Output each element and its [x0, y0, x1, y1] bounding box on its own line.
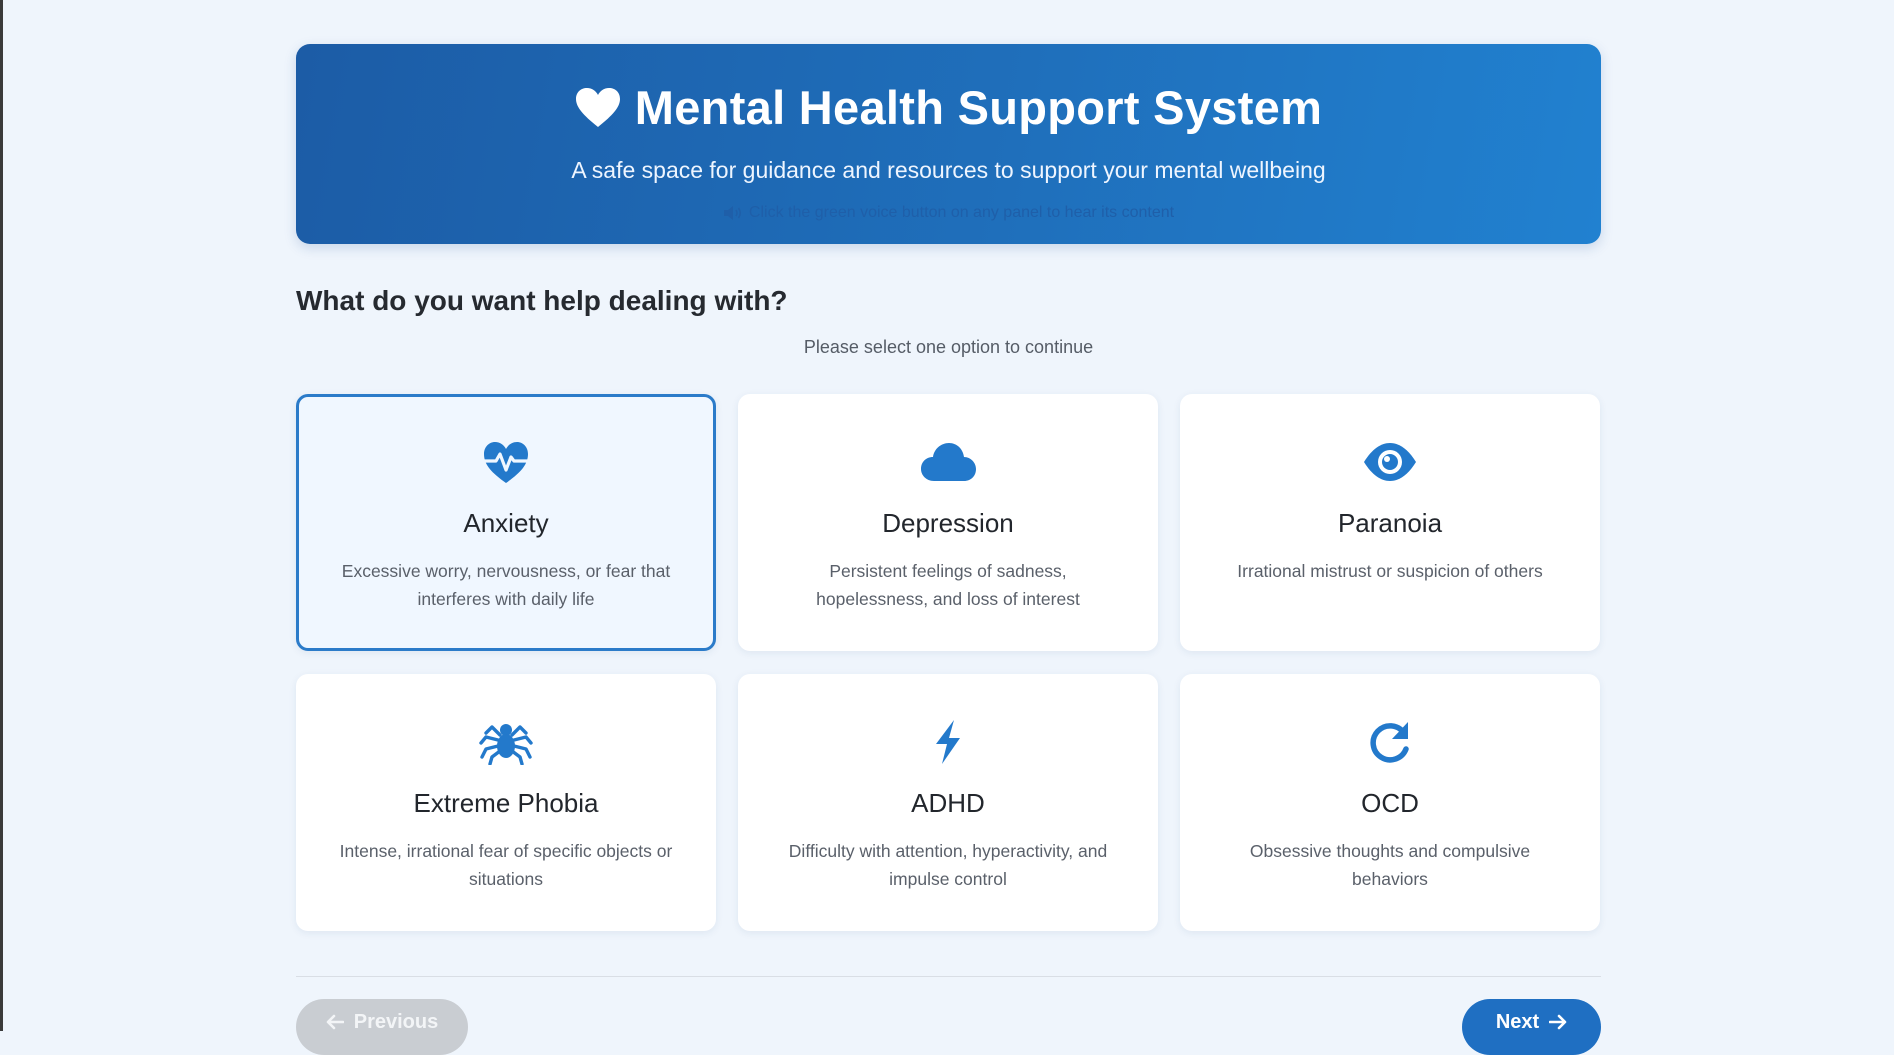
- option-description: Intense, irrational fear of specific obj…: [339, 841, 673, 889]
- option-description: Difficulty with attention, hyperactivity…: [788, 841, 1108, 889]
- voice-hint-text: Click the green voice button on any pane…: [748, 204, 1175, 221]
- voice-hint: Click the green voice button on any pane…: [296, 204, 1601, 222]
- question-prompt: Please select one option to continue: [803, 337, 1094, 357]
- question-heading: What do you want help dealing with?: [296, 285, 788, 316]
- next-button-label: Next: [1495, 1010, 1540, 1033]
- option-description: Irrational mistrust or suspicion of othe…: [1237, 561, 1543, 581]
- option-title: ADHD: [911, 788, 985, 818]
- previous-button[interactable]: Previous: [296, 999, 468, 1055]
- option-card-ocd[interactable]: OCD Obsessive thoughts and compulsive be…: [1180, 674, 1600, 931]
- next-button[interactable]: Next: [1462, 999, 1601, 1055]
- divider: [296, 976, 1601, 977]
- option-card-paranoia[interactable]: Paranoia Irrational mistrust or suspicio…: [1180, 394, 1600, 651]
- option-title: Paranoia: [1337, 508, 1443, 538]
- option-description: Excessive worry, nervousness, or fear th…: [341, 561, 671, 609]
- page-subtitle: A safe space for guidance and resources …: [571, 157, 1326, 183]
- redo-arrow-icon: [1218, 718, 1562, 766]
- heartbeat-icon: [335, 438, 677, 486]
- app-container: Mental Health Support System A safe spac…: [296, 44, 1601, 1055]
- option-card-anxiety[interactable]: Anxiety Excessive worry, nervousness, or…: [296, 394, 716, 651]
- lightning-bolt-icon: [776, 718, 1120, 766]
- window-edge: [0, 0, 3, 1031]
- option-title: OCD: [1361, 788, 1419, 818]
- header-banner: Mental Health Support System A safe spac…: [296, 44, 1601, 244]
- cloud-icon: [776, 438, 1120, 486]
- option-title: Depression: [882, 508, 1014, 538]
- spider-icon: [334, 718, 678, 766]
- arrow-right-icon: [1549, 1014, 1567, 1030]
- option-card-extreme-phobia[interactable]: Extreme Phobia Intense, irrational fear …: [296, 674, 716, 931]
- previous-button-label: Previous: [353, 1010, 439, 1033]
- eye-icon: [1218, 438, 1562, 486]
- navigation-bar: Previous Next: [296, 999, 1601, 1055]
- option-description: Obsessive thoughts and compulsive behavi…: [1249, 841, 1531, 889]
- page-title: Mental Health Support System: [634, 81, 1323, 134]
- option-description: Persistent feelings of sadness, hopeless…: [816, 561, 1080, 609]
- arrow-left-icon: [326, 1014, 344, 1030]
- heart-icon: [575, 87, 620, 127]
- speaker-icon: [723, 206, 741, 220]
- option-card-depression[interactable]: Depression Persistent feelings of sadnes…: [738, 394, 1158, 651]
- option-card-adhd[interactable]: ADHD Difficulty with attention, hyperact…: [738, 674, 1158, 931]
- page-title-row: Mental Health Support System: [296, 80, 1601, 135]
- option-title: Anxiety: [463, 508, 549, 538]
- option-title: Extreme Phobia: [413, 788, 599, 818]
- options-grid: Anxiety Excessive worry, nervousness, or…: [296, 394, 1601, 931]
